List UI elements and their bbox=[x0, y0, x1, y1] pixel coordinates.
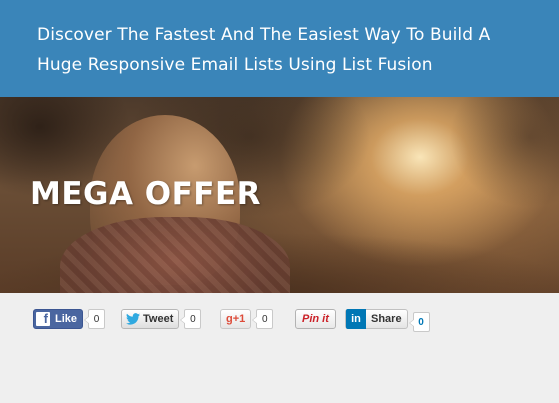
tweet-label: Tweet bbox=[143, 313, 174, 325]
tweet-button[interactable]: Tweet bbox=[121, 309, 180, 329]
linkedin-share-button[interactable]: in Share bbox=[345, 309, 408, 329]
google-plus-button[interactable]: g+1 bbox=[220, 309, 252, 329]
google-plus-icon: g+1 bbox=[226, 313, 246, 325]
twitter-share: Tweet 0 bbox=[121, 309, 202, 331]
google-plus-count: 0 bbox=[252, 309, 274, 329]
header-banner: Discover The Fastest And The Easiest Way… bbox=[0, 0, 559, 97]
pin-it-button[interactable]: Pin it bbox=[295, 309, 336, 329]
hero-title: MEGA OFFER bbox=[30, 176, 262, 212]
tweet-count: 0 bbox=[180, 309, 202, 329]
linkedin-share-label: Share bbox=[371, 313, 402, 325]
pinterest-icon: Pin it bbox=[302, 313, 329, 325]
linkedin-icon: in bbox=[346, 309, 366, 329]
facebook-like-button[interactable]: f Like bbox=[33, 309, 84, 329]
google-plus-share: g+1 0 bbox=[220, 309, 274, 331]
pinterest-share: Pin it bbox=[295, 309, 336, 331]
twitter-icon bbox=[126, 313, 140, 325]
facebook-like-count: 0 bbox=[84, 309, 106, 329]
linkedin-share-count: 0 bbox=[408, 312, 430, 332]
facebook-icon: f bbox=[36, 312, 50, 326]
facebook-share: f Like 0 bbox=[33, 309, 106, 331]
hero-image: MEGA OFFER bbox=[0, 97, 559, 293]
page-title: Discover The Fastest And The Easiest Way… bbox=[37, 25, 491, 75]
facebook-like-label: Like bbox=[55, 313, 78, 325]
linkedin-share: in Share 0 bbox=[345, 309, 430, 332]
social-share-bar: f Like 0 Tweet 0 g+1 0 Pin it in Share 0 bbox=[33, 309, 453, 332]
